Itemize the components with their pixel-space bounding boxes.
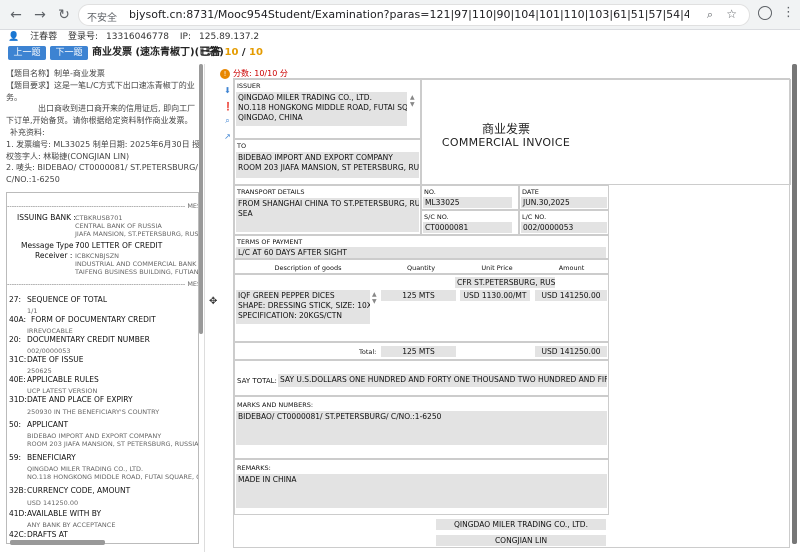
trade-term-field[interactable]: CFR ST.PETERSBURG, RUSSIA [455,277,555,288]
terms-cell: TERMS OF PAYMENT L/C AT 60 DAYS AFTER SI… [234,235,609,259]
bookmark-star-icon[interactable]: ☆ [726,7,737,21]
download-icon[interactable]: ⬇ [223,86,232,95]
invoice-no-cell: NO. ML33025 [421,185,519,210]
lc-field[interactable]: 002/0000053 [521,222,607,233]
transport-cell: TRANSPORT DETAILS FROM SHANGHAI CHINA TO… [234,185,421,235]
menu-kebab-icon[interactable]: ⋮ [782,5,795,20]
amount-field[interactable]: USD 141250.00 [535,290,607,301]
address-bar[interactable]: 不安全 bjysoft.cn:8731/Mooc954Student/Exami… [78,4,750,26]
url-text[interactable]: bjysoft.cn:8731/Mooc954Student/Examinati… [129,8,689,21]
invoice-title-cn: 商业发票 [481,122,530,136]
ip-label: IP: [179,32,192,42]
marks-cell: MARKS AND NUMBERS: BIDEBAO/ CT0000081/ S… [234,396,609,459]
back-icon[interactable]: ← [6,5,26,25]
student-info: 👤 汪春蓉 登录号: 13316046778 IP: 125.89.137.2 [0,30,800,44]
date-field[interactable]: JUN.30,2025 [521,197,607,208]
student-name: 汪春蓉 [30,32,58,42]
marks-field[interactable]: BIDEBAO/ CT0000081/ ST.PETERSBURG/ C/NO.… [236,411,607,445]
user-icon: 👤 [8,32,20,42]
issuer-field[interactable]: QINGDAO MILER TRADING CO., LTD. NO.118 H… [236,92,407,126]
lc-vertical-scrollbar[interactable] [199,64,203,334]
remarks-cell: REMARKS: MADE IN CHINA [234,459,609,515]
to-field[interactable]: BIDEBAO IMPORT AND EXPORT COMPANY ROOM 2… [236,152,419,178]
forward-icon[interactable]: → [30,5,50,25]
goods-header: Description of goods Quantity Unit Price… [234,259,609,274]
quantity-field[interactable]: 125 MTS [381,290,456,301]
question-pane: 【题目名称】制单-商业发票 【题目要求】这是一笔L/C方式下出口速冻青椒丁的业务… [0,64,205,552]
total-amount-field[interactable]: USD 141250.00 [535,346,607,357]
question-description: 【题目名称】制单-商业发票 【题目要求】这是一笔L/C方式下出口速冻青椒丁的业务… [6,69,201,185]
terms-field[interactable]: L/C AT 60 DAYS AFTER SIGHT [236,247,606,258]
score-text: 分数: 10/10 分 [233,69,288,78]
say-total-cell: SAY TOTAL: SAY U.S.DOLLARS ONE HUNDRED A… [234,360,609,396]
scroll-arrows-icon[interactable]: ▲ ▼ [410,94,415,108]
question-toolbar: 上一题 下一题 商业发票 (速冻青椒丁)(已答) 已答 10 / 10 [0,44,800,64]
commercial-invoice-form: ISSUER QINGDAO MILER TRADING CO., LTD. N… [233,78,791,548]
scroll-arrows-icon[interactable]: ▲ ▼ [372,291,377,305]
signer-name-field[interactable]: CONGJIAN LIN [436,535,606,546]
sc-field[interactable]: CT0000081 [423,222,512,233]
account-label: 登录号: [67,32,99,42]
browser-toolbar: ← → ↻ 不安全 bjysoft.cn:8731/Mooc954Student… [0,0,800,30]
date-cell: DATE JUN.30,2025 [519,185,609,210]
answered-status: 已答 10 / 10 [201,47,263,58]
goods-body: CFR ST.PETERSBURG, RUSSIA IQF GREEN PEPP… [234,274,609,342]
say-total-field[interactable]: SAY U.S.DOLLARS ONE HUNDRED AND FORTY ON… [278,374,607,387]
zoom-search-icon[interactable]: ⌕ [707,8,713,22]
profile-icon[interactable] [758,6,772,20]
to-cell: TO BIDEBAO IMPORT AND EXPORT COMPANY ROO… [234,139,421,185]
goods-description-field[interactable]: IQF GREEN PEPPER DICES SHAPE: DRESSING S… [236,290,370,324]
ip-value: 125.89.137.2 [199,32,260,42]
external-link-icon[interactable]: ↗ [223,132,232,141]
lc-horizontal-scrollbar[interactable] [10,540,105,545]
lc-cell: L/C NO. 002/0000053 [519,210,609,235]
account-value: 13316046778 [106,32,170,42]
score-badge-icon: ! [220,69,230,79]
answer-vertical-scrollbar[interactable] [792,64,797,544]
sc-cell: S/C NO. CT0000081 [421,210,519,235]
signer-company-field[interactable]: QINGDAO MILER TRADING CO., LTD. [436,519,606,530]
invoice-title-cell: 商业发票 COMMERCIAL INVOICE [421,79,791,185]
total-quantity-field[interactable]: 125 MTS [381,346,456,357]
issuer-cell: ISSUER QINGDAO MILER TRADING CO., LTD. N… [234,79,421,139]
total-row: Total: 125 MTS USD 141250.00 [234,342,609,360]
next-button[interactable]: 下一题 [50,46,88,60]
info-icon[interactable]: ❗ [223,102,233,111]
answer-pane: ! 分数: 10/10 分 ⬇ ❗ ⌕ ↗ ISSUER QINGDAO MILE… [214,64,800,553]
letter-of-credit-panel[interactable]: ----------------------------------------… [6,192,199,544]
invoice-no-field[interactable]: ML33025 [423,197,512,208]
reload-icon[interactable]: ↻ [54,5,74,25]
search-icon[interactable]: ⌕ [223,116,232,125]
unit-price-field[interactable]: USD 1130.00/MT [460,290,530,301]
security-status[interactable]: 不安全 [87,9,117,24]
remarks-field[interactable]: MADE IN CHINA [236,474,607,508]
prev-button[interactable]: 上一题 [8,46,46,60]
invoice-title-en: COMMERCIAL INVOICE [441,136,571,149]
transport-field[interactable]: FROM SHANGHAI CHINA TO ST.PETERSBURG, RU… [236,198,419,232]
